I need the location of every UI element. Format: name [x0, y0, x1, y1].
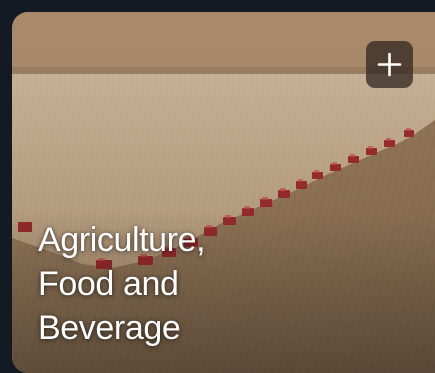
add-button[interactable]	[366, 41, 413, 88]
card-title: Agriculture, Food and Beverage	[38, 218, 328, 350]
plus-icon	[377, 52, 402, 77]
category-card-agriculture[interactable]: Agriculture, Food and Beverage	[12, 12, 435, 373]
card-title-line-2: Food and	[38, 265, 179, 303]
card-title-line-1: Agriculture,	[38, 221, 206, 259]
card-title-line-3: Beverage	[38, 309, 181, 347]
